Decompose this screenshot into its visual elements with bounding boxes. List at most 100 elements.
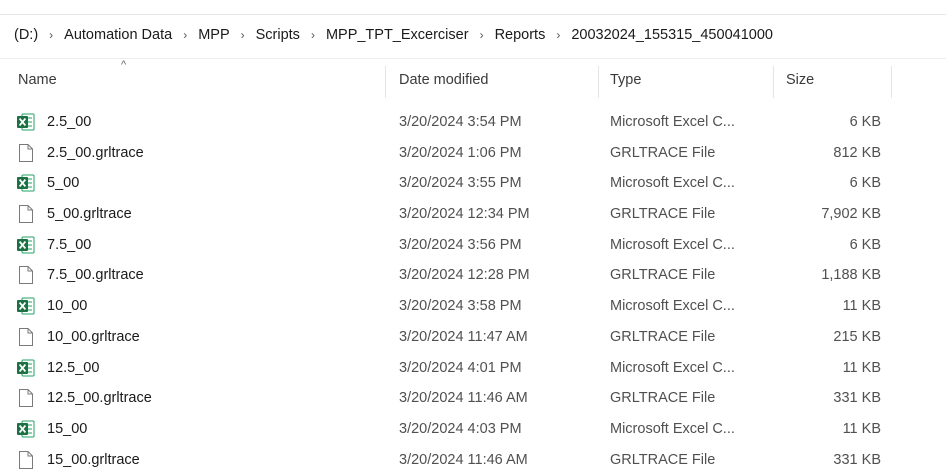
breadcrumb-segment[interactable]: 20032024_155315_450041000 — [569, 27, 775, 43]
file-size: 1,188 KB — [821, 267, 881, 284]
breadcrumb-chevron-icon[interactable]: › — [547, 28, 569, 42]
file-name[interactable]: 15_00 — [47, 414, 87, 444]
file-name[interactable]: 15_00.grltrace — [47, 445, 140, 475]
column-type-label: Type — [610, 72, 642, 88]
column-header-row: Name ^ Date modified Type Size — [0, 59, 946, 100]
file-date-modified: 3/20/2024 11:46 AM — [399, 451, 528, 468]
file-date-modified: 3/20/2024 11:46 AM — [399, 390, 528, 407]
breadcrumb-chevron-icon[interactable]: › — [302, 28, 324, 42]
column-header-name[interactable]: Name ^ — [18, 59, 126, 100]
excel-icon — [17, 358, 35, 378]
file-size: 6 KB — [849, 236, 881, 253]
file-row[interactable]: 10_00 3/20/2024 3:58 PM Microsoft Excel C.… — [0, 291, 946, 322]
file-type: Microsoft Excel C... — [610, 236, 735, 253]
file-size: 215 KB — [833, 328, 881, 345]
file-icon — [17, 143, 35, 163]
breadcrumb-chevron-icon[interactable]: › — [174, 28, 196, 42]
column-divider[interactable] — [891, 66, 892, 98]
file-icon — [17, 388, 35, 408]
file-size: 7,902 KB — [821, 206, 881, 223]
file-size: 6 KB — [849, 114, 881, 130]
file-size: 6 KB — [849, 175, 881, 192]
column-name-label: Name — [18, 72, 57, 88]
address-breadcrumb[interactable]: (D:) › Automation Data › MPP › Scripts › MPP_TPT… — [12, 22, 775, 48]
file-icon — [17, 327, 35, 347]
file-row[interactable]: 5_00.grltrace 3/20/2024 12:34 PM GRLTRACE … — [0, 199, 946, 230]
file-type: GRLTRACE File — [610, 328, 716, 345]
file-row[interactable]: 10_00.grltrace 3/20/2024 11:47 AM GRLTRACE… — [0, 322, 946, 353]
breadcrumb-segment[interactable]: Automation Data — [62, 27, 174, 43]
breadcrumb-chevron-icon[interactable]: › — [471, 28, 493, 42]
excel-icon — [17, 235, 35, 255]
address-divider — [0, 58, 946, 59]
file-name[interactable]: 2.5_00.grltrace — [47, 138, 144, 168]
file-name[interactable]: 12.5_00 — [47, 353, 99, 383]
excel-icon — [17, 173, 35, 193]
file-size: 812 KB — [833, 144, 881, 161]
file-name[interactable]: 2.5_00 — [47, 107, 91, 137]
file-date-modified: 3/20/2024 3:54 PM — [399, 114, 522, 130]
file-type: Microsoft Excel C... — [610, 175, 735, 192]
breadcrumb-chevron-icon[interactable]: › — [40, 28, 62, 42]
file-name[interactable]: 7.5_00.grltrace — [47, 260, 144, 290]
file-size: 331 KB — [833, 390, 881, 407]
file-date-modified: 3/20/2024 12:28 PM — [399, 267, 530, 284]
file-explorer-window: (D:) › Automation Data › MPP › Scripts › MPP_TPT… — [0, 0, 946, 473]
file-icon — [17, 204, 35, 224]
file-row[interactable]: 12.5_00 3/20/2024 4:01 PM Microsoft Excel … — [0, 353, 946, 384]
column-size-label: Size — [786, 72, 815, 88]
file-date-modified: 3/20/2024 3:56 PM — [399, 236, 522, 253]
column-header-date[interactable]: Date modified — [399, 60, 488, 100]
file-type: Microsoft Excel C... — [610, 359, 735, 376]
file-name[interactable]: 5_00.grltrace — [47, 199, 132, 229]
breadcrumb-segment[interactable]: MPP_TPT_Excerciser — [324, 27, 471, 43]
column-header-type[interactable]: Type — [610, 60, 641, 100]
file-icon — [17, 265, 35, 285]
column-divider[interactable] — [598, 66, 599, 98]
breadcrumb-segment[interactable]: (D:) — [12, 27, 40, 43]
file-icon — [17, 450, 35, 470]
file-row[interactable]: 7.5_00 3/20/2024 3:56 PM Microsoft Excel C… — [0, 230, 946, 261]
file-date-modified: 3/20/2024 3:55 PM — [399, 175, 522, 192]
excel-icon — [17, 112, 35, 132]
sort-ascending-icon: ^ — [121, 59, 127, 71]
file-name[interactable]: 12.5_00.grltrace — [47, 383, 152, 413]
file-row[interactable]: 15_00 3/20/2024 4:03 PM Microsoft Excel C.… — [0, 414, 946, 445]
file-date-modified: 3/20/2024 4:01 PM — [399, 359, 522, 376]
breadcrumb-segment[interactable]: MPP — [196, 27, 231, 43]
toolbar-strip — [0, 0, 946, 15]
file-type: GRLTRACE File — [610, 390, 716, 407]
file-size: 11 KB — [842, 420, 881, 437]
column-header-size[interactable]: Size — [786, 60, 814, 100]
file-row[interactable]: 5_00 3/20/2024 3:55 PM Microsoft Excel C..… — [0, 168, 946, 199]
file-type: GRLTRACE File — [610, 144, 716, 161]
excel-icon — [17, 296, 35, 316]
file-type: GRLTRACE File — [610, 451, 716, 468]
file-name[interactable]: 10_00 — [47, 291, 87, 321]
file-row[interactable]: 2.5_00.grltrace 3/20/2024 1:06 PM GRLTRACE… — [0, 138, 946, 169]
file-type: Microsoft Excel C... — [610, 114, 735, 130]
file-size: 331 KB — [833, 451, 881, 468]
file-type: GRLTRACE File — [610, 206, 716, 223]
excel-icon — [17, 419, 35, 439]
file-name[interactable]: 5_00 — [47, 168, 79, 198]
column-divider[interactable] — [773, 66, 774, 98]
file-row[interactable]: 2.5_00 3/20/2024 3:54 PM Microsoft Excel C… — [0, 107, 946, 138]
file-type: GRLTRACE File — [610, 267, 716, 284]
file-size: 11 KB — [842, 298, 881, 315]
file-row[interactable]: 12.5_00.grltrace 3/20/2024 11:46 AM GRLTRA… — [0, 383, 946, 414]
file-date-modified: 3/20/2024 12:34 PM — [399, 206, 530, 223]
file-type: Microsoft Excel C... — [610, 298, 735, 315]
file-row[interactable]: 7.5_00.grltrace 3/20/2024 12:28 PM GRLTRAC… — [0, 260, 946, 291]
file-list: 2.5_00 3/20/2024 3:54 PM Microsoft Excel C… — [0, 107, 946, 475]
file-date-modified: 3/20/2024 11:47 AM — [399, 328, 528, 345]
file-name[interactable]: 10_00.grltrace — [47, 322, 140, 352]
breadcrumb-segment[interactable]: Reports — [493, 27, 548, 43]
breadcrumb-chevron-icon[interactable]: › — [232, 28, 254, 42]
file-date-modified: 3/20/2024 1:06 PM — [399, 144, 522, 161]
file-row[interactable]: 15_00.grltrace 3/20/2024 11:46 AM GRLTRACE… — [0, 445, 946, 475]
file-name[interactable]: 7.5_00 — [47, 230, 91, 260]
breadcrumb-segment[interactable]: Scripts — [254, 27, 302, 43]
file-type: Microsoft Excel C... — [610, 420, 735, 437]
column-divider[interactable] — [385, 66, 386, 98]
